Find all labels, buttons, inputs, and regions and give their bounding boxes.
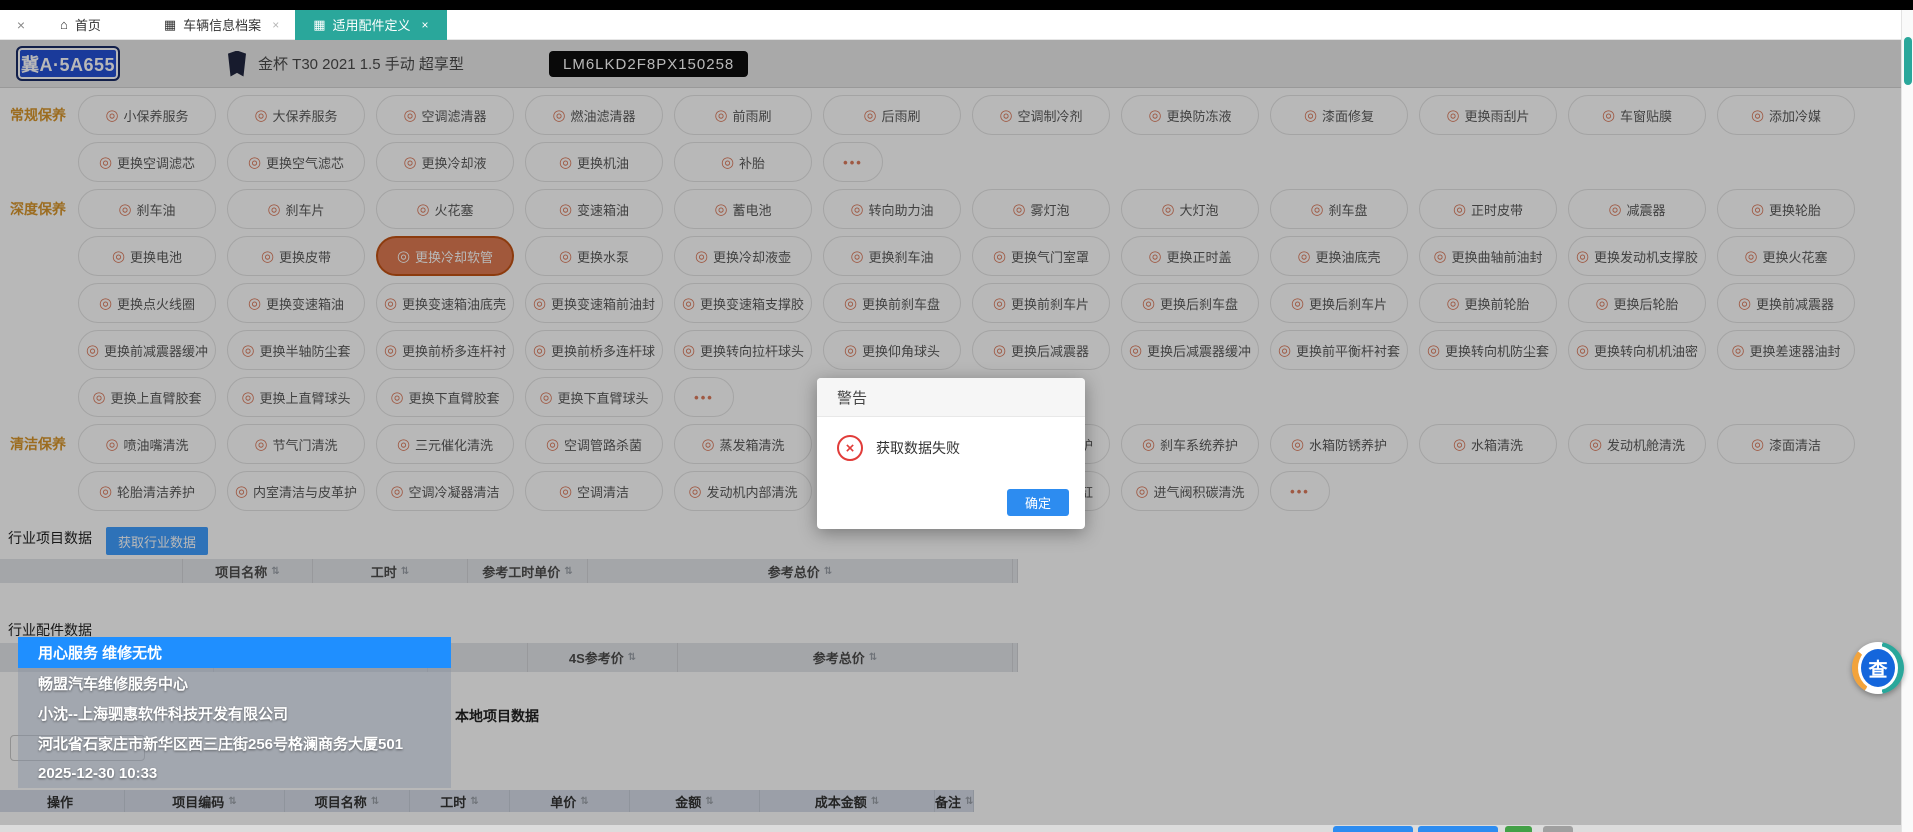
tab-item[interactable]: ▦ 适用配件定义 ×: [295, 10, 446, 40]
vendor-popup-line: 河北省石家庄市新华区西三庄街256号格澜商务大厦501: [18, 728, 451, 758]
tab-item[interactable]: ▦ 车辆信息档案 ×: [148, 10, 295, 40]
vendor-popup: 用心服务 维修无忧畅盟汽车维修服务中心小沈--上海驷惠软件科技开发有限公司河北省…: [18, 637, 451, 788]
dialog-ok-button[interactable]: 确定: [1007, 489, 1069, 516]
vendor-popup-line: 畅盟汽车维修服务中心: [18, 668, 451, 698]
scrollbar-track[interactable]: [1901, 10, 1913, 832]
tab-bar: × ⌂ 首页 ▦ 车辆信息档案 × ▦ 适用配件定义 ×: [0, 10, 1913, 40]
vendor-popup-line: 小沈--上海驷惠软件科技开发有限公司: [18, 698, 451, 728]
tab-label: 车辆信息档案: [183, 15, 261, 34]
footer-button-green[interactable]: [1505, 826, 1532, 832]
footer-strip: [0, 825, 1913, 832]
error-icon: ×: [837, 435, 863, 461]
vendor-popup-line: 用心服务 维修无忧: [18, 637, 451, 668]
warning-dialog: 警告 × 获取数据失败 确定: [817, 378, 1085, 529]
tab-item[interactable]: ⌂ 首页: [44, 10, 128, 40]
tab-icon: ▦: [313, 17, 325, 33]
tab-label: 首页: [75, 15, 101, 34]
close-all-tabs-icon[interactable]: ×: [10, 17, 32, 33]
vendor-popup-line: 2025-12-30 10:33: [18, 758, 451, 788]
dialog-title: 警告: [817, 378, 1085, 417]
floating-search-button[interactable]: 查: [1852, 642, 1904, 694]
footer-button-blue-2[interactable]: [1418, 826, 1498, 832]
scrollbar-thumb[interactable]: [1904, 37, 1912, 85]
footer-button-gray[interactable]: [1543, 826, 1573, 832]
search-glyph: 查: [1858, 646, 1898, 690]
tab-icon: ▦: [164, 17, 176, 33]
tab-label: 适用配件定义: [333, 15, 411, 34]
window-top-strip: [0, 0, 1913, 10]
footer-button-blue-1[interactable]: [1333, 826, 1413, 832]
tab-icon: ⌂: [60, 17, 68, 32]
tab-close-icon[interactable]: ×: [422, 18, 429, 32]
tab-close-icon[interactable]: ×: [272, 18, 279, 32]
dialog-message: 获取数据失败: [876, 438, 960, 458]
